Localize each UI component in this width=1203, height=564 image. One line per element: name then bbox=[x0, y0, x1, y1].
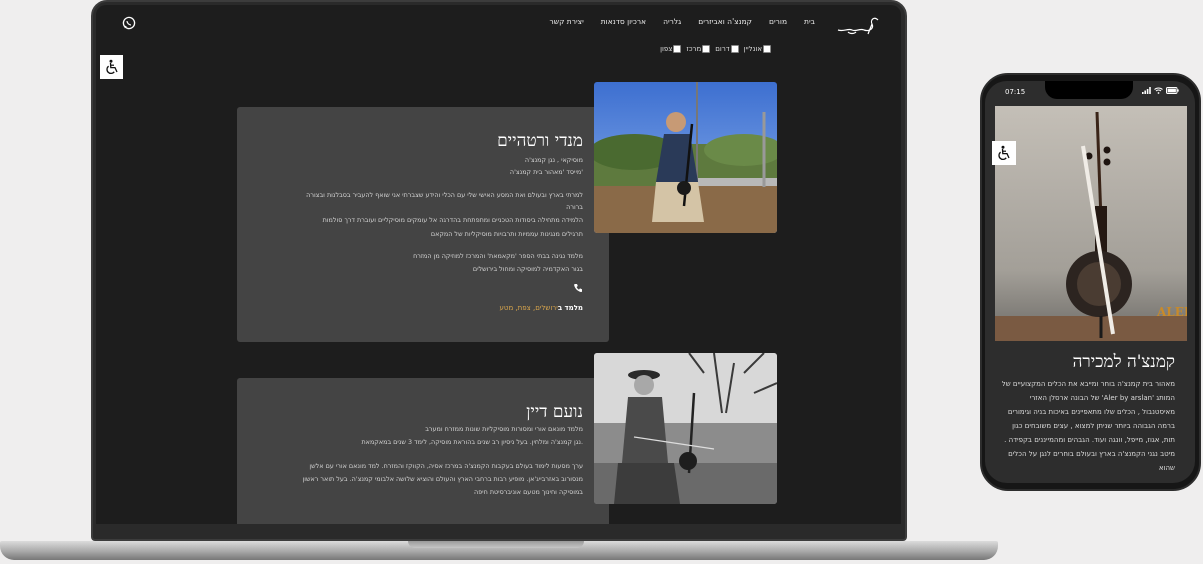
teacher-photo bbox=[594, 82, 777, 233]
nav-teachers[interactable]: מורים bbox=[769, 17, 787, 26]
filter-online-label: אונליין bbox=[743, 45, 762, 53]
filter-online[interactable]: אונליין bbox=[744, 45, 771, 53]
teacher-bio-line: מייסד 'מאהור בית קמנצ'ה' bbox=[509, 168, 583, 176]
wheelchair-icon bbox=[998, 145, 1010, 160]
filter-south[interactable]: דרום bbox=[715, 45, 739, 53]
teacher-bio-line: ערך מסעות לימוד בעולם בעקבות הקמנצ'ה במר… bbox=[309, 462, 583, 470]
accessibility-button[interactable] bbox=[100, 55, 123, 79]
main-nav: בית מורים קמנצ'ה ואביזרים גלריה ארכיון ס… bbox=[550, 17, 815, 26]
nav-kamancheh-accessories[interactable]: קמנצ'ה ואביזרים bbox=[698, 17, 752, 26]
region-filters: אונליין דרום מרכז צפון bbox=[660, 45, 771, 53]
wifi-icon bbox=[1154, 87, 1163, 94]
site-logo[interactable] bbox=[834, 14, 882, 40]
nav-contact[interactable]: יצירת קשר bbox=[550, 17, 584, 26]
whatsapp-icon[interactable] bbox=[122, 16, 136, 30]
teacher-name: מנדי ורטהיים bbox=[497, 131, 583, 151]
teacher-bio-line: ברורה bbox=[566, 203, 583, 211]
teacher-name: נועם דיין bbox=[526, 402, 583, 422]
teacher-bio-line: מנסורוב באזרבייג'אן. מופיע רבות ברחבי הא… bbox=[302, 475, 583, 483]
locations-label: מלמד ב bbox=[557, 304, 583, 312]
teacher-bio-line: במוסיקה וחינוך מטעם אוניברסיטת חיפה bbox=[474, 488, 583, 496]
filter-north[interactable]: צפון bbox=[660, 45, 682, 53]
nav-home[interactable]: בית bbox=[804, 17, 815, 26]
nav-workshops-archive[interactable]: ארכיון סדנאות bbox=[601, 17, 646, 26]
teacher-bio-line: מלמד מונאם אורי ומסורות מוסיקליות שונות … bbox=[425, 425, 583, 433]
mobile-screen: 07:15 ALER קמנצ'ה למכירה מאהור בית קמנצ'… bbox=[985, 81, 1195, 483]
signal-icon bbox=[1142, 87, 1151, 94]
teacher-bio-line: מלמד נגינה בבתי הספר 'מקאמאת' והמרכז למו… bbox=[413, 252, 583, 260]
nav-gallery[interactable]: גלריה bbox=[663, 17, 681, 26]
wheelchair-icon bbox=[105, 59, 118, 74]
teacher-locations: מלמד בירושלים, צפת, מטע bbox=[500, 304, 583, 312]
teacher-photo bbox=[594, 353, 777, 504]
teacher-card: מנדי ורטהיים מוסיקאי , נגן קמנצ'ה מייסד … bbox=[237, 107, 609, 342]
teacher-card: נועם דיין מלמד מונאם אורי ומסורות מוסיקל… bbox=[237, 378, 609, 524]
phone-notch bbox=[1045, 81, 1133, 99]
laptop-notch bbox=[408, 541, 584, 548]
filter-south-label: דרום bbox=[715, 45, 730, 53]
locations-value[interactable]: ירושלים, צפת, מטע bbox=[500, 304, 558, 312]
filter-center-checkbox[interactable] bbox=[702, 45, 711, 53]
accessibility-button[interactable] bbox=[992, 141, 1016, 165]
battery-icon bbox=[1166, 87, 1179, 94]
teacher-bio-line: נגן קמנצ'ה ומלחין. בעל ניסיון רב שנים בה… bbox=[361, 438, 583, 446]
teacher-bio-line: למרתי בארץ ובעולם ואת המסע האישי שלי עם … bbox=[306, 191, 583, 199]
teacher-bio-line: תרגילים מנגינות עממיות ותרבויות מוסיקליו… bbox=[430, 230, 583, 238]
status-time: 07:15 bbox=[1005, 88, 1026, 96]
teacher-bio-line: הלמידה מתחילה ביסודות הטכניים ומתפתחת בה… bbox=[322, 216, 583, 224]
filter-online-checkbox[interactable] bbox=[763, 45, 771, 53]
website-screen: בית מורים קמנצ'ה ואביזרים גלריה ארכיון ס… bbox=[96, 5, 901, 524]
brand-logo-text: ALER bbox=[1156, 305, 1187, 319]
status-bar: 07:15 bbox=[985, 81, 1195, 103]
teacher-bio-line: בגור האקדמיה למוסיקה ומחול בירושלים bbox=[472, 265, 583, 273]
product-description: מאהור בית קמנצ'ה בוחר ומייבא את הכלים המ… bbox=[1001, 380, 1175, 472]
filter-north-label: צפון bbox=[660, 45, 673, 53]
teacher-bio-line: מוסיקאי , נגן קמנצ'ה bbox=[524, 156, 583, 164]
kamancheh-product-image: ALER bbox=[995, 106, 1187, 341]
filter-south-checkbox[interactable] bbox=[730, 45, 739, 53]
filter-north-checkbox[interactable] bbox=[673, 45, 682, 53]
phone-icon[interactable] bbox=[573, 283, 583, 293]
status-icons bbox=[1142, 87, 1179, 94]
filter-center-label: מרכז bbox=[686, 45, 702, 53]
product-title: קמנצ'ה למכירה bbox=[1072, 352, 1175, 372]
filter-center[interactable]: מרכז bbox=[686, 45, 711, 53]
